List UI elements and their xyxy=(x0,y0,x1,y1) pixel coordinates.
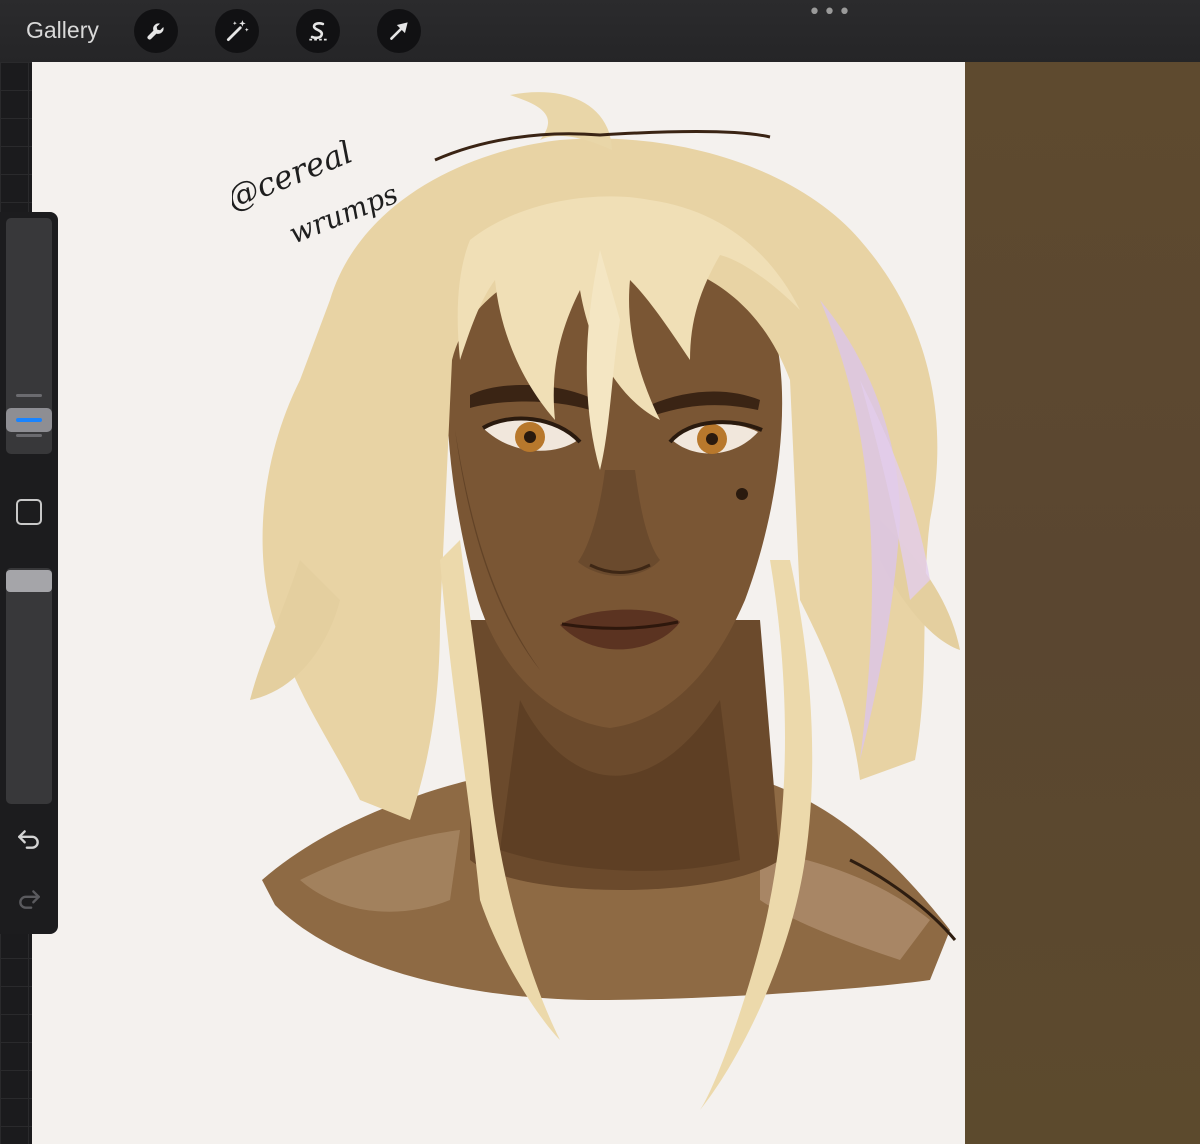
redo-icon xyxy=(19,890,40,909)
brush-size-handle[interactable] xyxy=(6,408,52,432)
undo-button[interactable] xyxy=(14,824,44,854)
sidebar xyxy=(0,212,58,934)
size-tick xyxy=(16,394,42,397)
size-tick xyxy=(16,434,42,437)
portrait-artwork xyxy=(250,92,960,1110)
opacity-slider[interactable] xyxy=(6,568,52,804)
modify-button[interactable] xyxy=(16,499,42,525)
redo-button[interactable] xyxy=(14,884,44,914)
undo-icon xyxy=(18,830,39,849)
beauty-mark xyxy=(736,488,748,500)
artist-signature: @cereal wrumps xyxy=(232,140,403,250)
opacity-handle[interactable] xyxy=(6,570,52,592)
